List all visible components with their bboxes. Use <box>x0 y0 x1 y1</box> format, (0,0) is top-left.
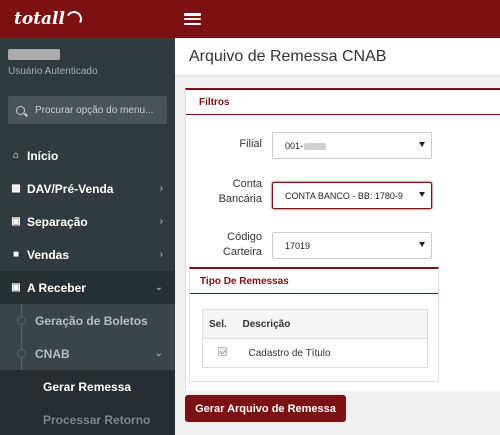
lock-bag-icon: ▣ <box>11 282 21 293</box>
sidebar-item-label: Vendas <box>27 247 70 262</box>
sidebar-subitem-label: CNAB <box>35 346 70 361</box>
truck-icon: ▣ <box>11 216 21 227</box>
logo[interactable]: totall <box>14 9 84 29</box>
tipo-remessas-title: Tipo De Remessas <box>190 269 438 294</box>
tipo-remessas-panel: Tipo De Remessas Sel. Descrição Cadastro… <box>189 267 439 382</box>
tree-node-icon <box>17 349 26 358</box>
sidebar-subitem-geracao-boletos[interactable]: Geração de Boletos <box>0 304 175 337</box>
filial-value: 001- <box>285 141 420 151</box>
column-header-sel: Sel. <box>202 309 243 339</box>
user-status: Usuário Autenticado <box>8 66 98 77</box>
submenu-a-receber: Geração de Boletos CNAB ⌄ <box>0 304 175 370</box>
codigo-carteira-select[interactable]: 17019 <box>272 232 432 259</box>
sidebar: totall Usuário Autenticado Procurar opçã… <box>0 0 175 435</box>
page-title: Arquivo de Remessa CNAB <box>189 47 387 65</box>
dropdown-arrow-icon <box>419 192 425 197</box>
menu-search-input[interactable]: Procurar opção do menu... <box>8 96 167 124</box>
carteira-label: Código Carteira <box>222 231 262 258</box>
tree-node-icon <box>17 316 26 325</box>
redacted-blur <box>304 142 327 150</box>
chevron-down-icon: ⌄ <box>154 348 163 359</box>
remessas-table: Sel. Descrição Cadastro de Título <box>202 309 428 368</box>
sidebar-subitem-processar-retorno[interactable]: Processar Retorno <box>0 403 175 435</box>
row-description: Cadastro de Título <box>248 347 331 359</box>
dropdown-arrow-icon <box>419 242 425 247</box>
basket-icon: ▩ <box>11 183 21 194</box>
logo-swoosh-icon <box>64 9 84 29</box>
logo-text: totall <box>14 9 65 29</box>
conta-label: Conta Bancária <box>218 178 262 205</box>
sidebar-item-vendas[interactable]: ■ Vendas › <box>0 238 175 271</box>
dropdown-arrow-icon <box>419 142 425 147</box>
filial-select[interactable]: 001- <box>272 132 432 159</box>
sidebar-item-label: A Receber <box>27 280 86 295</box>
sidebar-subitem-gerar-remessa[interactable]: Gerar Remessa <box>0 370 175 403</box>
filters-panel-title: Filtros <box>186 90 500 115</box>
page-header: Arquivo de Remessa CNAB <box>175 38 500 76</box>
sidebar-subitem-label: Gerar Remessa <box>43 379 132 394</box>
user-name-redacted <box>8 49 60 60</box>
user-block: Usuário Autenticado <box>0 38 175 88</box>
codigo-carteira-value: 17019 <box>285 240 311 251</box>
row-select-cell <box>203 339 243 368</box>
search-icon <box>16 105 25 115</box>
row-checkbox[interactable] <box>218 347 228 356</box>
gerar-arquivo-remessa-button[interactable]: Gerar Arquivo de Remessa <box>185 395 346 422</box>
conta-bancaria-value: CONTA BANCO - BB: 1780-9 <box>285 190 403 201</box>
chevron-right-icon: › <box>159 183 163 194</box>
sidebar-menu: ⌂ Início ▩ DAV/Pré-Venda › ▣ Separação ›… <box>0 139 175 435</box>
chevron-right-icon: › <box>159 216 163 227</box>
chevron-right-icon: › <box>159 249 163 260</box>
bag-icon: ■ <box>12 249 20 260</box>
sidebar-item-dav[interactable]: ▩ DAV/Pré-Venda › <box>0 172 175 205</box>
sidebar-subitem-label: Processar Retorno <box>43 412 151 427</box>
sidebar-item-inicio[interactable]: ⌂ Início <box>0 139 175 172</box>
main-content: Arquivo de Remessa CNAB Filtros Filial 0… <box>175 38 500 435</box>
sidebar-item-label: Separação <box>27 214 88 229</box>
sidebar-subitem-label: Geração de Boletos <box>35 313 148 328</box>
submenu-cnab: Gerar Remessa Processar Retorno <box>0 370 175 435</box>
table-row: Cadastro de Título <box>203 339 428 368</box>
hamburger-menu-icon[interactable] <box>184 13 201 25</box>
sidebar-item-separacao[interactable]: ▣ Separação › <box>0 205 175 238</box>
logo-bar: totall <box>0 0 175 38</box>
filial-label: Filial <box>239 138 262 150</box>
table-header-row: Sel. Descrição <box>202 309 428 339</box>
sidebar-item-label: Início <box>27 148 59 163</box>
chevron-down-icon: ⌄ <box>154 282 163 293</box>
home-icon: ⌂ <box>12 150 20 161</box>
menu-search-placeholder: Procurar opção do menu... <box>35 104 154 116</box>
sidebar-subitem-cnab[interactable]: CNAB ⌄ <box>0 337 175 370</box>
sidebar-item-a-receber[interactable]: ▣ A Receber ⌄ <box>0 271 175 304</box>
top-bar <box>175 0 500 38</box>
conta-bancaria-select[interactable]: CONTA BANCO - BB: 1780-9 <box>272 182 432 209</box>
sidebar-item-label: DAV/Pré-Venda <box>27 181 114 196</box>
column-header-descricao: Descrição <box>242 309 428 339</box>
